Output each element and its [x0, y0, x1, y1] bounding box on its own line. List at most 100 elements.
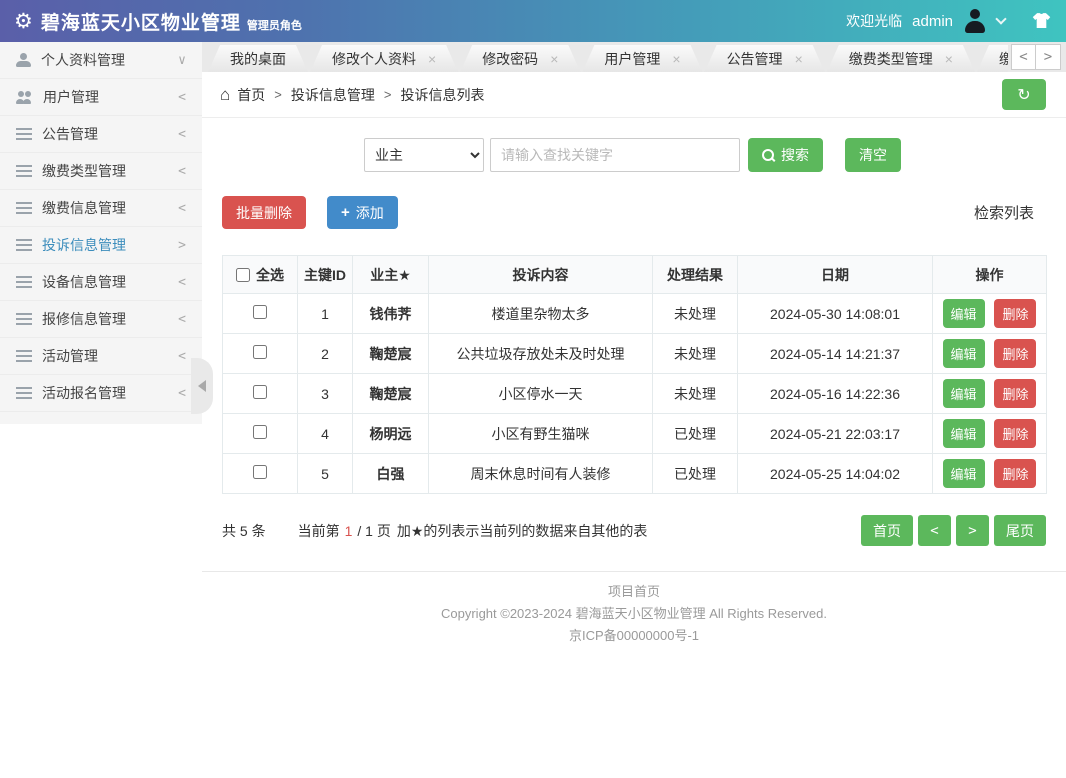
top-bar: ⚙ 碧海蓝天小区物业管理 管理员角色 欢迎光临 admin	[0, 0, 1066, 42]
cell-content: 公共垃圾存放处未及时处理	[428, 333, 653, 374]
list-icon	[16, 239, 32, 251]
prev-page-button[interactable]: <	[918, 515, 951, 546]
delete-button[interactable]: 删除	[994, 419, 1037, 448]
row-checkbox[interactable]	[253, 465, 267, 479]
add-button[interactable]: + 添加	[327, 196, 398, 229]
table-row: 2 鞠楚宸 公共垃圾存放处未及时处理 未处理 2024-05-14 14:21:…	[222, 333, 1047, 374]
tab-edit-profile[interactable]: 修改个人资料 ×	[310, 45, 458, 72]
table-row: 4 杨明远 小区有野生猫咪 已处理 2024-05-21 22:03:17 编辑…	[222, 413, 1047, 454]
select-all-label: 全选	[256, 266, 284, 283]
breadcrumb-page: 投诉信息列表	[400, 86, 485, 103]
sidebar-item-announcements[interactable]: 公告管理 <	[0, 116, 202, 153]
refresh-button[interactable]: ↻	[1002, 79, 1046, 110]
edit-button[interactable]: 编辑	[942, 379, 985, 408]
chevron-icon: <	[178, 126, 186, 142]
row-checkbox[interactable]	[253, 385, 267, 399]
breadcrumb-module[interactable]: 投诉信息管理	[291, 85, 375, 105]
chevron-icon: <	[178, 311, 186, 327]
cell-owner: 钱伟荠	[352, 293, 429, 334]
chevron-down-icon[interactable]	[995, 13, 1007, 25]
avatar-icon[interactable]	[963, 9, 987, 33]
row-checkbox[interactable]	[253, 305, 267, 319]
search-input[interactable]	[490, 138, 740, 172]
page-total: / 1 页	[357, 522, 391, 539]
search-filter-select[interactable]: 业主	[364, 138, 484, 172]
search-button-label: 搜索	[781, 147, 809, 163]
tab-label: 我的桌面	[230, 50, 286, 67]
footer-home-link[interactable]: 项目首页	[202, 581, 1066, 603]
sidebar-item-activities[interactable]: 活动管理 <	[0, 338, 202, 375]
breadcrumb-separator: >	[274, 87, 282, 102]
theme-tshirt-icon[interactable]	[1031, 12, 1052, 30]
chevron-icon: <	[178, 200, 186, 216]
cell-content: 周末休息时间有人装修	[428, 453, 653, 494]
tab-scroll-right-button[interactable]: >	[1036, 44, 1061, 70]
last-page-button[interactable]: 尾页	[994, 515, 1046, 546]
tab-fee-type-management[interactable]: 缴费类型管理 ×	[827, 45, 975, 72]
breadcrumb-home[interactable]: 首页	[237, 85, 265, 105]
close-icon[interactable]: ×	[550, 52, 558, 66]
sidebar-item-fee-types[interactable]: 缴费类型管理 <	[0, 153, 202, 190]
delete-button[interactable]: 删除	[994, 459, 1037, 488]
sidebar-collapse-handle[interactable]	[191, 358, 213, 414]
batch-delete-button[interactable]: 批量删除	[222, 196, 306, 229]
sidebar-item-activity-signup[interactable]: 活动报名管理 <	[0, 375, 202, 412]
sidebar-item-label: 缴费信息管理	[42, 200, 126, 216]
cell-date: 2024-05-16 14:22:36	[737, 373, 933, 414]
sidebar-item-profile[interactable]: 个人资料管理 ∨	[0, 42, 202, 79]
edit-button[interactable]: 编辑	[942, 459, 985, 488]
tab-scroll-left-button[interactable]: <	[1011, 44, 1036, 70]
sidebar-item-equipment[interactable]: 设备信息管理 <	[0, 264, 202, 301]
select-all-checkbox[interactable]	[236, 267, 250, 282]
chevron-icon: <	[178, 385, 186, 401]
tab-my-desktop[interactable]: 我的桌面	[208, 45, 308, 72]
close-icon[interactable]: ×	[795, 52, 803, 66]
first-page-button[interactable]: 首页	[861, 515, 913, 546]
app-title: 碧海蓝天小区物业管理	[40, 12, 241, 34]
cell-id: 4	[297, 413, 353, 454]
page-footer: 项目首页 Copyright ©2023-2024 碧海蓝天小区物业管理 All…	[202, 571, 1066, 647]
user-icon	[16, 53, 31, 67]
breadcrumb-separator: >	[383, 87, 392, 102]
row-checkbox[interactable]	[253, 345, 267, 359]
tab-label: 缴费信息管理	[998, 50, 1008, 67]
role-badge: 管理员角色	[246, 20, 302, 32]
clear-button[interactable]: 清空	[845, 138, 901, 172]
close-icon[interactable]: ×	[672, 52, 680, 66]
table-row: 3 鞠楚宸 小区停水一天 未处理 2024-05-16 14:22:36 编辑 …	[222, 373, 1047, 414]
cell-owner: 鞠楚宸	[352, 373, 429, 414]
cell-id: 5	[297, 453, 353, 494]
chevron-icon: <	[178, 348, 186, 364]
delete-button[interactable]: 删除	[994, 299, 1037, 328]
delete-button[interactable]: 删除	[994, 379, 1037, 408]
panel-title: 检索列表	[973, 205, 1034, 222]
close-icon[interactable]: ×	[945, 52, 953, 66]
username: admin	[912, 12, 953, 30]
cell-id: 2	[297, 333, 353, 374]
tab-user-management[interactable]: 用户管理 ×	[582, 45, 702, 72]
cell-owner: 白强	[352, 453, 429, 494]
search-icon	[762, 148, 775, 162]
sidebar-item-label: 设备信息管理	[42, 274, 126, 290]
sidebar-item-fee-info[interactable]: 缴费信息管理 <	[0, 190, 202, 227]
brand: ⚙ 碧海蓝天小区物业管理 管理员角色	[14, 8, 302, 35]
total-count: 共 5 条	[222, 522, 266, 539]
sidebar-item-complaints[interactable]: 投诉信息管理 >	[0, 227, 202, 264]
delete-button[interactable]: 删除	[994, 339, 1037, 368]
sidebar-item-repairs[interactable]: 报修信息管理 <	[0, 301, 202, 338]
edit-button[interactable]: 编辑	[942, 339, 985, 368]
list-icon	[16, 276, 32, 288]
sidebar-item-label: 活动管理	[42, 348, 98, 364]
close-icon[interactable]: ×	[428, 52, 436, 66]
row-checkbox[interactable]	[253, 425, 267, 439]
tab-change-password[interactable]: 修改密码 ×	[460, 45, 580, 72]
next-page-button[interactable]: >	[956, 515, 989, 546]
sidebar-item-users[interactable]: 用户管理 <	[0, 79, 202, 116]
edit-button[interactable]: 编辑	[942, 299, 985, 328]
tab-fee-info-management[interactable]: 缴费信息管理 ×	[977, 45, 1008, 72]
sidebar-item-label: 投诉信息管理	[42, 237, 126, 253]
search-button[interactable]: 搜索	[748, 138, 823, 172]
cell-date: 2024-05-25 14:04:02	[737, 453, 933, 494]
edit-button[interactable]: 编辑	[942, 419, 985, 448]
tab-announcement-management[interactable]: 公告管理 ×	[705, 45, 825, 72]
